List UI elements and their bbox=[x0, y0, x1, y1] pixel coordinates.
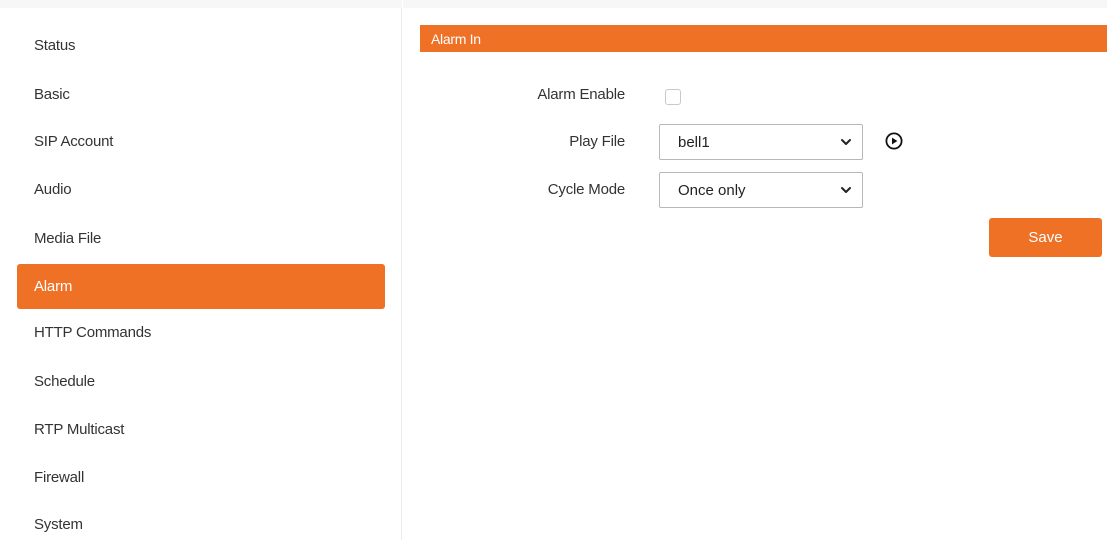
sidebar-item-label: System bbox=[34, 516, 83, 533]
sidebar-item-media-file[interactable]: Media File bbox=[17, 216, 385, 261]
play-file-value: bell1 bbox=[678, 133, 710, 151]
cycle-mode-select[interactable]: Once only bbox=[659, 172, 863, 208]
main-content: Alarm In Alarm Enable Play File bell1 Cy… bbox=[403, 0, 1107, 540]
sidebar-item-audio[interactable]: Audio bbox=[17, 167, 385, 212]
sidebar-item-system[interactable]: System bbox=[17, 502, 385, 540]
sidebar-item-label: Basic bbox=[34, 86, 70, 103]
alarm-enable-checkbox[interactable] bbox=[665, 89, 681, 105]
sidebar-item-sip-account[interactable]: SIP Account bbox=[17, 119, 385, 164]
cycle-mode-value: Once only bbox=[678, 181, 746, 199]
sidebar-item-http-commands[interactable]: HTTP Commands bbox=[17, 310, 385, 355]
sidebar-item-label: Alarm bbox=[34, 278, 73, 295]
chevron-down-icon bbox=[841, 187, 851, 193]
play-file-select[interactable]: bell1 bbox=[659, 124, 863, 160]
sidebar-item-label: Schedule bbox=[34, 373, 95, 390]
sidebar-top-strip bbox=[0, 0, 402, 8]
sidebar-item-firewall[interactable]: Firewall bbox=[17, 455, 385, 500]
sidebar-item-basic[interactable]: Basic bbox=[17, 72, 385, 117]
section-title: Alarm In bbox=[431, 30, 481, 47]
save-button[interactable]: Save bbox=[989, 218, 1102, 257]
sidebar-item-schedule[interactable]: Schedule bbox=[17, 359, 385, 404]
sidebar-item-label: RTP Multicast bbox=[34, 421, 125, 438]
sidebar-item-rtp-multicast[interactable]: RTP Multicast bbox=[17, 407, 385, 452]
sidebar-item-label: Media File bbox=[34, 230, 102, 247]
sidebar-item-label: HTTP Commands bbox=[34, 324, 152, 341]
sidebar-item-alarm[interactable]: Alarm bbox=[17, 264, 385, 309]
section-header: Alarm In bbox=[420, 25, 1107, 52]
alarm-enable-label: Alarm Enable bbox=[537, 86, 625, 103]
cycle-mode-label: Cycle Mode bbox=[547, 181, 625, 198]
sidebar-item-label: Firewall bbox=[34, 469, 85, 486]
app-window: Status Basic SIP Account Audio Media Fil… bbox=[0, 0, 1107, 540]
chevron-down-icon bbox=[841, 139, 851, 145]
play-circle-icon[interactable] bbox=[884, 131, 904, 151]
main-top-strip bbox=[403, 0, 1107, 8]
sidebar-item-label: SIP Account bbox=[34, 133, 114, 150]
sidebar-item-label: Audio bbox=[34, 181, 72, 198]
sidebar-nav: Status Basic SIP Account Audio Media Fil… bbox=[0, 0, 402, 540]
play-file-label: Play File bbox=[569, 133, 625, 150]
sidebar-item-label: Status bbox=[34, 37, 76, 54]
sidebar-item-status[interactable]: Status bbox=[17, 23, 385, 68]
